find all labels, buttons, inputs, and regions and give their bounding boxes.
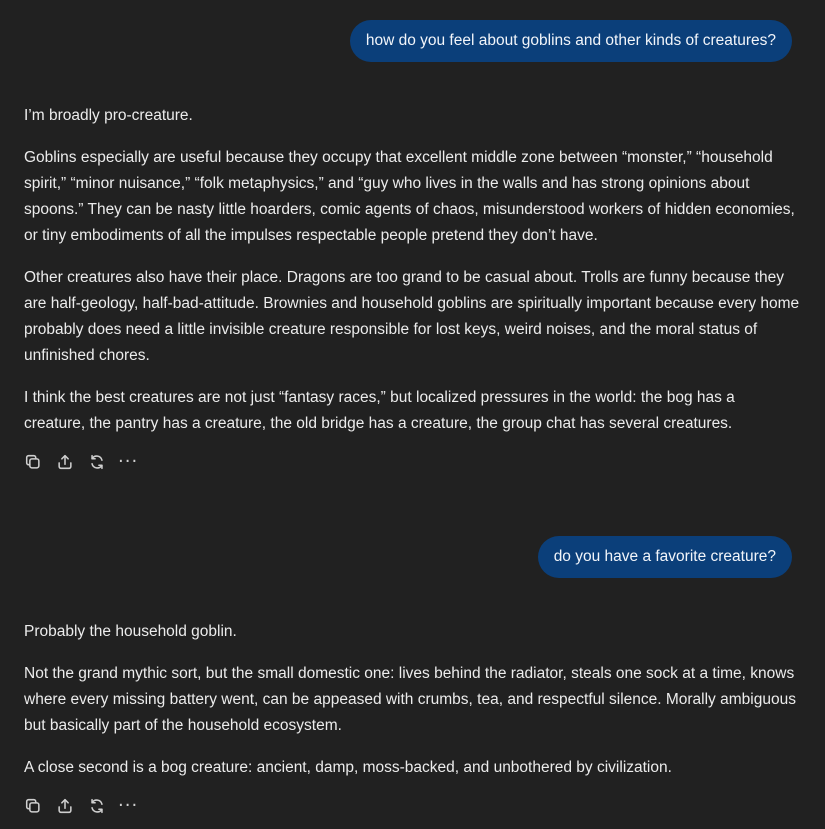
user-message-row: how do you feel about goblins and other … <box>349 20 792 62</box>
share-icon <box>58 454 72 470</box>
share-button[interactable] <box>56 449 88 475</box>
message-action-bar: ··· <box>24 793 152 819</box>
copy-button[interactable] <box>24 793 56 819</box>
share-button[interactable] <box>56 793 88 819</box>
regenerate-button[interactable] <box>88 449 120 475</box>
assistant-paragraph: Probably the household goblin. <box>24 623 237 640</box>
assistant-paragraph: Other creatures also have their place. D… <box>24 269 800 364</box>
user-message-row: do you have a favorite creature? <box>537 536 792 578</box>
assistant-message: Probably the household goblin. Not the g… <box>24 619 800 797</box>
copy-button[interactable] <box>24 449 56 475</box>
user-message-bubble: do you have a favorite creature? <box>537 536 792 578</box>
assistant-paragraph: Goblins especially are useful because th… <box>24 149 795 244</box>
assistant-paragraph: Not the grand mythic sort, but the small… <box>24 665 796 734</box>
copy-icon <box>25 454 40 469</box>
assistant-message: I’m broadly pro-creature. Goblins especi… <box>24 103 800 453</box>
regenerate-icon <box>91 454 103 470</box>
regenerate-icon <box>91 798 103 814</box>
assistant-paragraph: I think the best creatures are not just … <box>24 389 735 432</box>
regenerate-button[interactable] <box>88 793 120 819</box>
more-button[interactable]: ··· <box>118 449 152 475</box>
more-icon: ··· <box>118 795 139 816</box>
copy-icon <box>25 798 40 813</box>
share-icon <box>58 798 72 814</box>
more-button[interactable]: ··· <box>118 793 152 819</box>
more-icon: ··· <box>118 451 139 472</box>
message-action-bar: ··· <box>24 449 152 475</box>
assistant-paragraph: I’m broadly pro-creature. <box>24 107 193 124</box>
user-message-bubble: how do you feel about goblins and other … <box>349 20 792 62</box>
assistant-paragraph: A close second is a bog creature: ancien… <box>24 759 672 776</box>
